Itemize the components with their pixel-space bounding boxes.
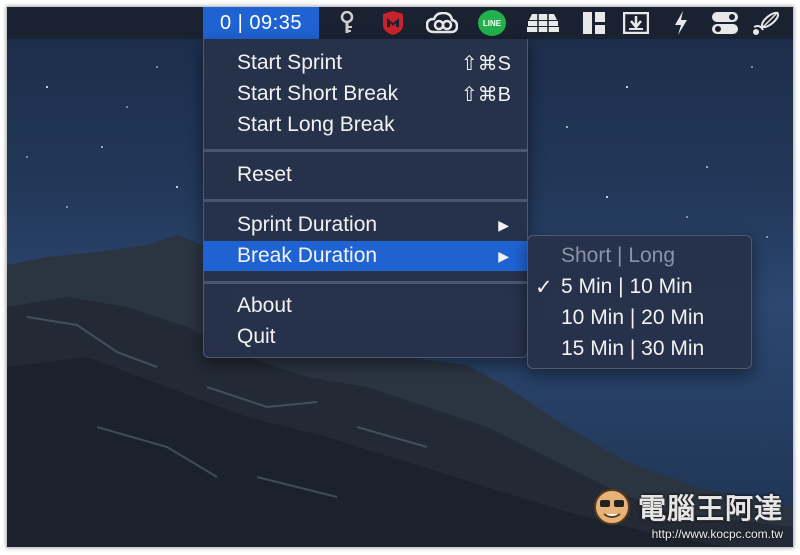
watermark: 電腦王阿達 http://www.kocpc.com.tw (592, 487, 783, 541)
menu-item-quit[interactable]: Quit (204, 322, 527, 352)
menu-item-label: Sprint Duration (237, 213, 378, 236)
creative-cloud-icon[interactable] (425, 7, 459, 39)
menu-item-about[interactable]: About (204, 291, 527, 321)
submenu-option-label: 5 Min | 10 Min (561, 275, 693, 298)
menu-item-label: About (237, 294, 292, 317)
menu-item-break-duration[interactable]: Break Duration ▶ (204, 241, 527, 271)
submenu-option-label: 10 Min | 20 Min (561, 306, 705, 329)
menu-separator (204, 199, 527, 202)
pomodoro-timer-status[interactable]: 0 | 09:35 (203, 7, 319, 39)
menu-item-label: Start Short Break (237, 82, 399, 105)
menu-separator (204, 149, 527, 152)
menu-item-reset[interactable]: Reset (204, 160, 527, 190)
lightning-icon[interactable] (671, 7, 691, 39)
menu-item-label: Quit (237, 325, 276, 348)
submenu-header-label: Short | Long (561, 244, 676, 267)
key-icon[interactable] (335, 7, 359, 39)
keyboard-shortcut: ⇧⌘S (460, 52, 511, 75)
keyboard-shortcut: ⇧⌘B (460, 83, 511, 106)
submenu-option-15-30[interactable]: 15 Min | 30 Min (528, 334, 751, 364)
menu-bar: 0 | 09:35 LINE (7, 7, 793, 39)
submenu-arrow-icon: ▶ (498, 247, 509, 264)
toggle-switches-icon[interactable] (709, 7, 741, 39)
pomodoro-dropdown-menu: Start Sprint ⇧⌘S Start Short Break ⇧⌘B S… (203, 39, 528, 358)
break-duration-submenu: Short | Long ✓ 5 Min | 10 Min 10 Min | 2… (527, 235, 752, 369)
menu-item-label: Start Sprint (237, 51, 343, 74)
line-app-icon[interactable]: LINE (477, 7, 507, 39)
menu-separator (204, 281, 527, 284)
submenu-arrow-icon: ▶ (498, 216, 509, 233)
menu-item-start-sprint[interactable]: Start Sprint ⇧⌘S (204, 48, 527, 78)
submenu-option-5-10[interactable]: ✓ 5 Min | 10 Min (528, 272, 751, 302)
mascot-face-icon (593, 489, 630, 525)
submenu-header: Short | Long (528, 241, 751, 271)
menu-item-label: Break Duration (237, 244, 378, 267)
satellite-icon[interactable] (751, 7, 781, 39)
stack-layers-icon[interactable] (525, 7, 561, 39)
menu-item-sprint-duration[interactable]: Sprint Duration ▶ (204, 210, 527, 240)
checkmark-icon: ✓ (535, 275, 553, 299)
watermark-url: http://www.kocpc.com.tw (651, 527, 783, 541)
submenu-option-label: 15 Min | 30 Min (561, 337, 705, 360)
download-box-icon[interactable] (621, 7, 651, 39)
line-app-label: LINE (478, 10, 506, 36)
menu-item-label: Start Long Break (237, 113, 395, 136)
mcafee-shield-icon[interactable] (379, 7, 407, 39)
menu-item-start-long-break[interactable]: Start Long Break (204, 110, 527, 140)
watermark-title: 電腦王阿達 (637, 493, 783, 524)
submenu-option-10-20[interactable]: 10 Min | 20 Min (528, 303, 751, 333)
menu-item-label: Reset (237, 163, 292, 186)
desktop-screenshot: 0 | 09:35 LINE Start Sprint ⇧⌘S Start Sh… (6, 6, 794, 548)
layout-panels-icon[interactable] (581, 7, 607, 39)
menu-item-start-short-break[interactable]: Start Short Break ⇧⌘B (204, 79, 527, 109)
